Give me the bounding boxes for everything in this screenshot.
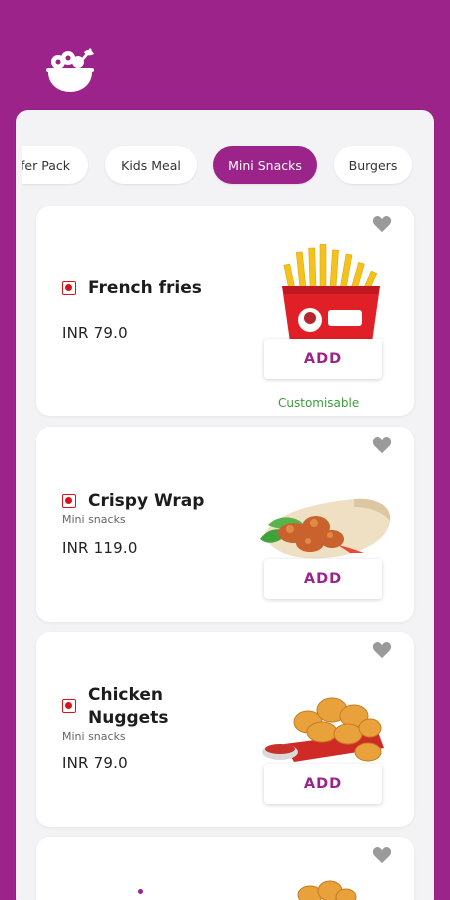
item-price: INR 119.0 — [62, 539, 138, 557]
item-name: Crispy Wrap — [88, 491, 205, 511]
tab-burgers[interactable]: Burgers — [334, 146, 412, 184]
favorite-heart-icon[interactable] — [372, 846, 392, 864]
dot-indicator — [138, 889, 143, 894]
favorite-heart-icon[interactable] — [372, 641, 392, 659]
item-category: Mini snacks — [62, 513, 126, 526]
item-name: French fries — [88, 278, 202, 298]
add-button[interactable]: ADD — [264, 559, 382, 599]
menu-item-card: Crispy Wrap Mini snacks INR 119.0 ADD — [36, 427, 414, 622]
menu-item-card — [36, 837, 414, 900]
food-image — [297, 880, 357, 900]
add-button[interactable]: ADD — [264, 764, 382, 804]
non-veg-icon — [62, 281, 76, 295]
french-fries-image — [282, 244, 380, 342]
tab-mini-snacks[interactable]: Mini Snacks — [213, 146, 317, 184]
menu-item-card: French fries INR 79.0 ADD Customisable — [36, 206, 414, 416]
item-name-line2: Nuggets — [88, 708, 169, 728]
customisable-label: Customisable — [278, 396, 360, 410]
add-button[interactable]: ADD — [264, 339, 382, 379]
item-price: INR 79.0 — [62, 754, 128, 772]
chicken-nuggets-image — [262, 697, 384, 762]
non-veg-icon — [62, 494, 76, 508]
menu-item-card: Chicken Nuggets Mini snacks INR 79.0 ADD — [36, 632, 414, 827]
tab-offer-pack[interactable]: fer Pack — [22, 146, 88, 184]
salad-bowl-icon — [44, 46, 96, 96]
item-name-line1: Chicken — [88, 685, 163, 705]
favorite-heart-icon[interactable] — [372, 436, 392, 454]
item-category: Mini snacks — [62, 730, 126, 743]
category-tabs: fer Pack Kids Meal Mini Snacks Burgers — [22, 140, 428, 192]
favorite-heart-icon[interactable] — [372, 215, 392, 233]
non-veg-icon — [62, 699, 76, 713]
item-price: INR 79.0 — [62, 324, 128, 342]
crispy-wrap-image — [260, 498, 391, 559]
tab-kids-meal[interactable]: Kids Meal — [105, 146, 197, 184]
